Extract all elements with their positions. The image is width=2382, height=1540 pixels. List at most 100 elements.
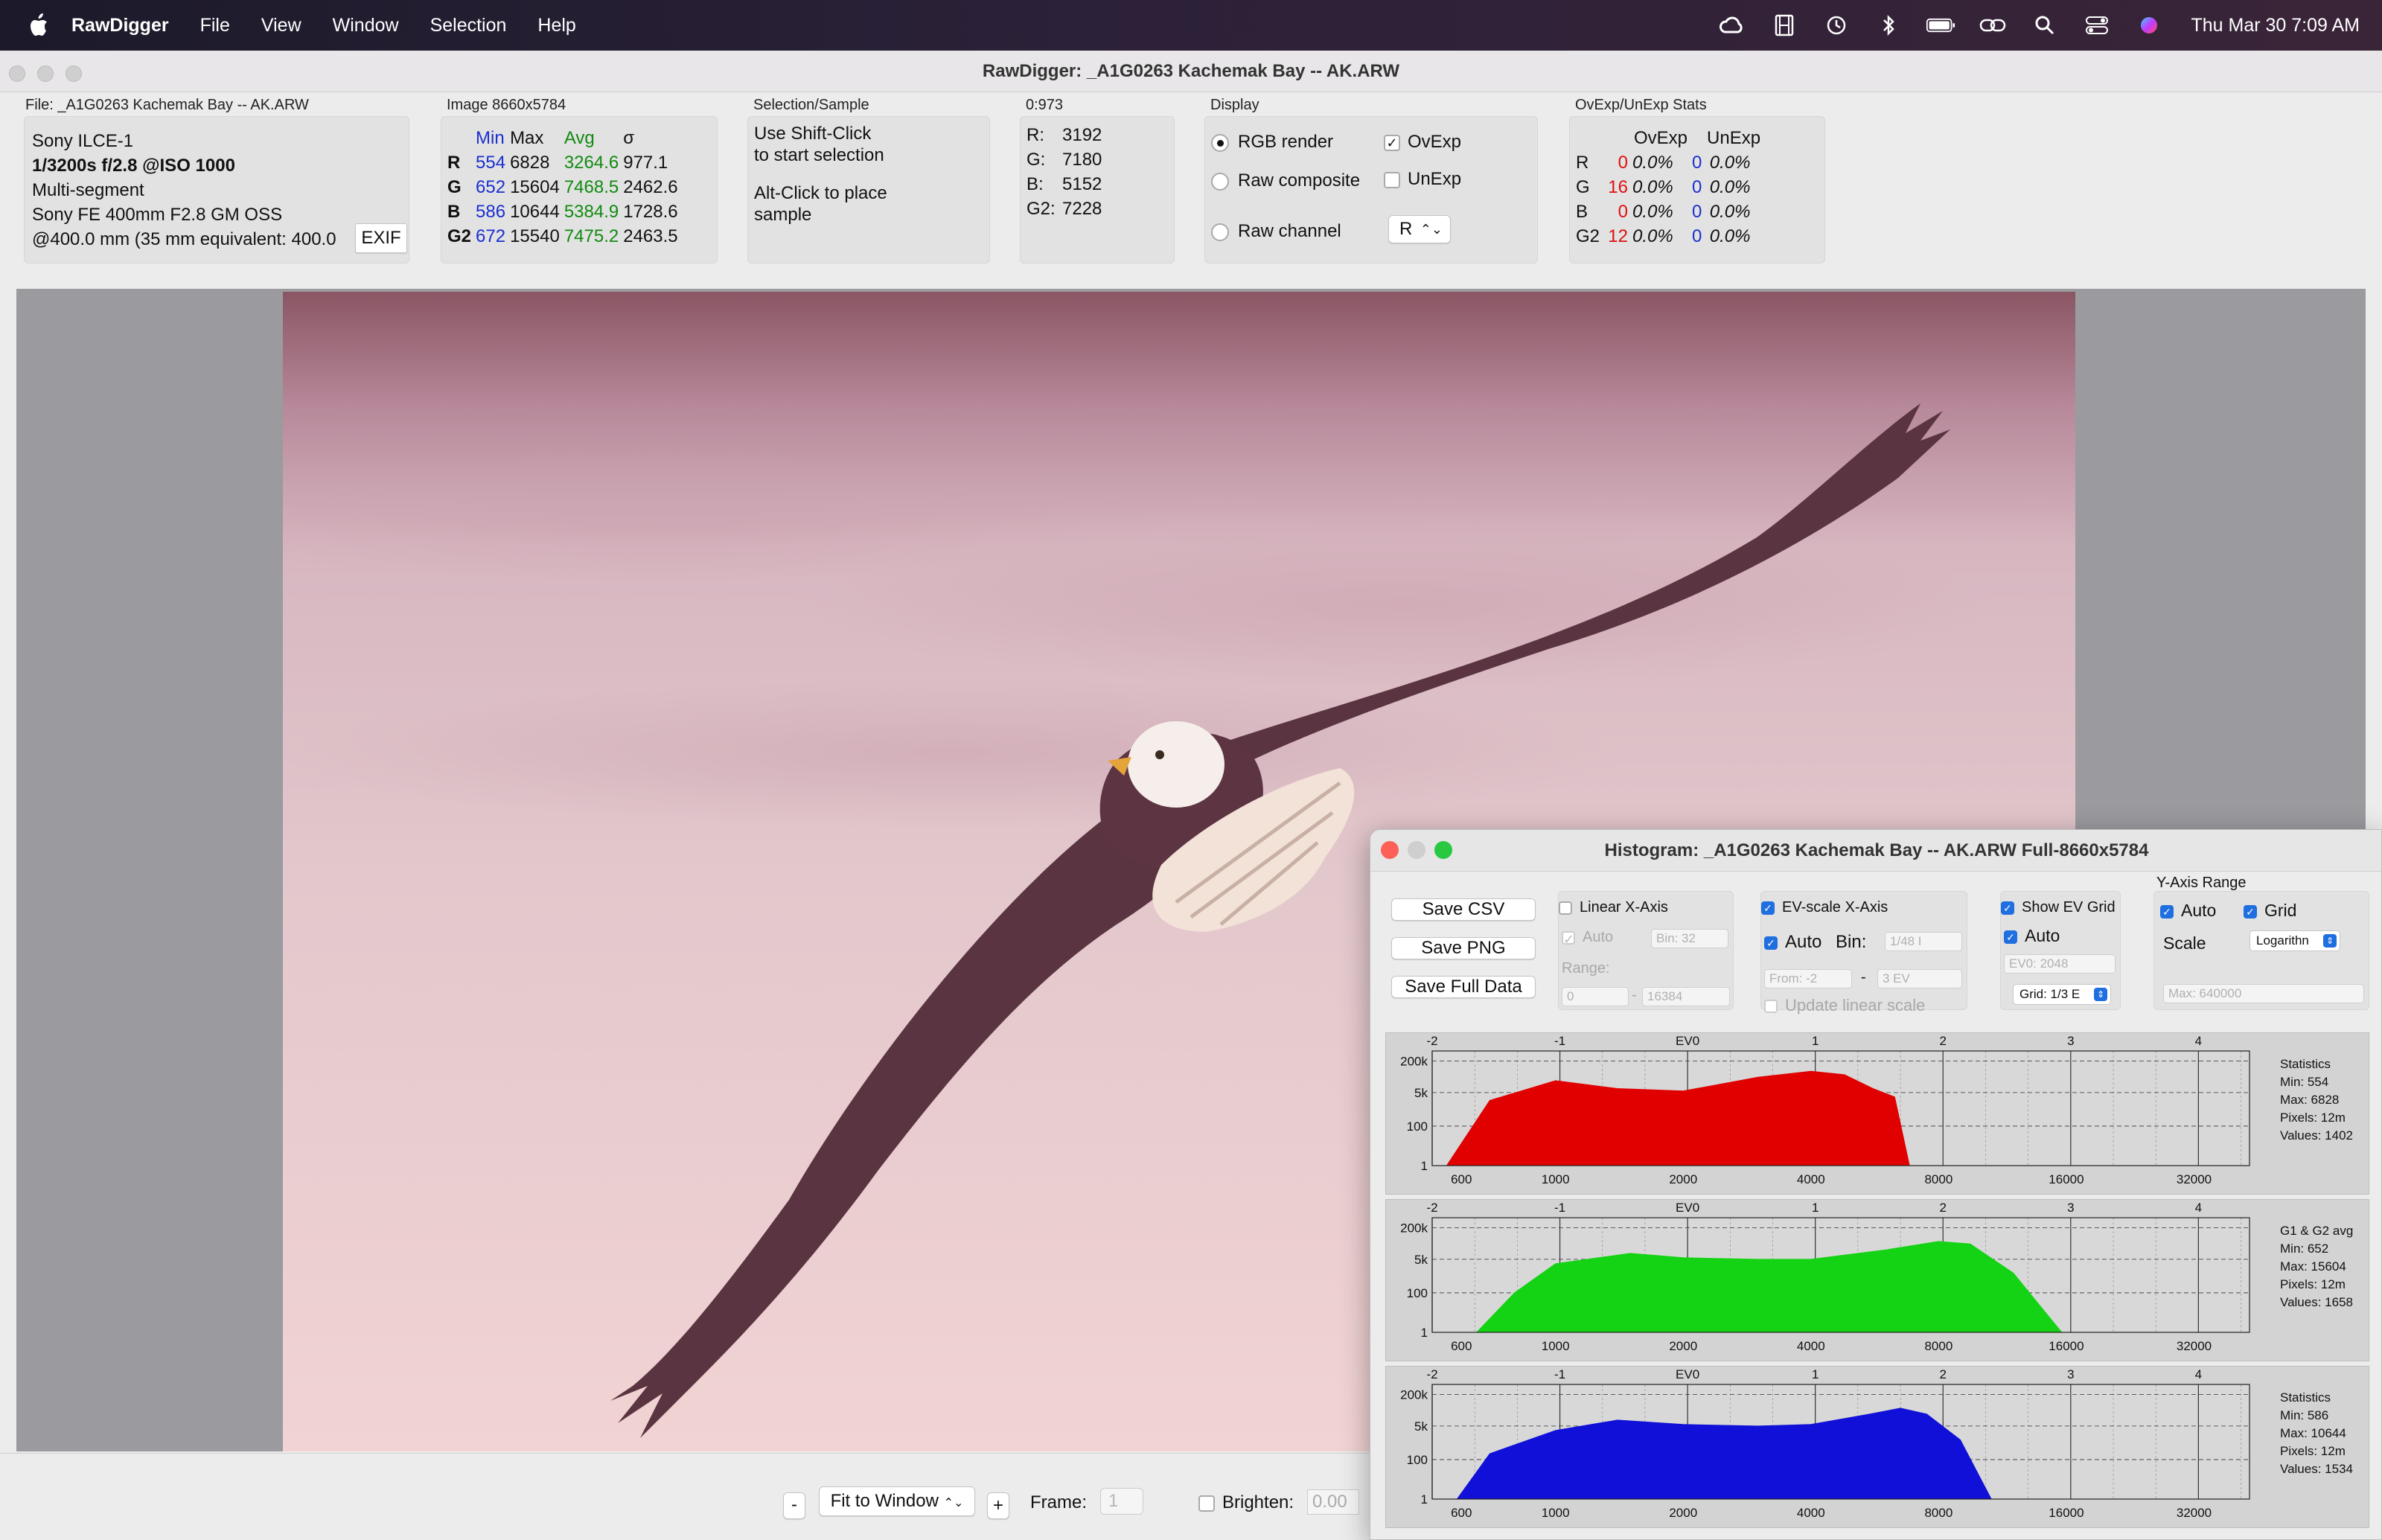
brighten-checkbox[interactable]: Brighten: bbox=[1198, 1492, 1294, 1513]
ovexp-checkbox[interactable]: ✓ OvExp bbox=[1384, 132, 1461, 153]
save-full-data-button[interactable]: Save Full Data bbox=[1391, 976, 1536, 998]
menu-view[interactable]: View bbox=[261, 15, 301, 36]
linear-auto-checkbox[interactable]: ✓ Auto bbox=[1562, 929, 1613, 946]
unexp-count: 0 bbox=[1692, 153, 1702, 173]
ovexp-count: 12 bbox=[1608, 226, 1628, 246]
exif-button[interactable]: EXIF bbox=[355, 223, 407, 253]
pixel-value: 5152 bbox=[1062, 174, 1102, 194]
sample-hint-2: sample bbox=[754, 205, 812, 225]
time-machine-icon[interactable] bbox=[1821, 13, 1851, 37]
linear-x-checkbox[interactable]: Linear X-Axis bbox=[1559, 899, 1668, 916]
channel-label: G bbox=[447, 177, 462, 197]
bluetooth-icon[interactable] bbox=[1874, 13, 1903, 37]
ev-scale-label: EV-scale X-Axis bbox=[1782, 899, 1888, 916]
show-ev-grid-checkbox[interactable]: ✓ Show EV Grid bbox=[2001, 899, 2116, 916]
film-icon[interactable] bbox=[1769, 13, 1799, 37]
rgb-render-radio[interactable]: RGB render bbox=[1211, 132, 1333, 153]
raw-composite-radio[interactable]: Raw composite bbox=[1211, 170, 1360, 191]
zoom-in-button[interactable]: + bbox=[987, 1492, 1009, 1519]
top-tick-label: -2 bbox=[1426, 1201, 1437, 1215]
ev-from-field[interactable]: From: -2 bbox=[1764, 969, 1852, 988]
creative-cloud-icon[interactable] bbox=[1717, 13, 1747, 37]
histogram-minimize-button[interactable] bbox=[1408, 841, 1425, 859]
pixel-value: 7180 bbox=[1062, 150, 1102, 170]
checkmark-icon: ✓ bbox=[1384, 134, 1400, 151]
min-value: 586 bbox=[476, 202, 506, 222]
ev-bin-field[interactable]: 1/48 I bbox=[1885, 932, 1962, 951]
range-to-field[interactable]: 16384 bbox=[1642, 987, 1730, 1006]
checkmark-icon: ✓ bbox=[1562, 930, 1575, 947]
channel-select[interactable]: R ⌃⌄ bbox=[1388, 215, 1451, 243]
checkmark-icon: ✓ bbox=[2244, 904, 2257, 918]
histogram-close-button[interactable] bbox=[1381, 841, 1399, 859]
menu-file[interactable]: File bbox=[200, 15, 230, 36]
minimize-button[interactable] bbox=[37, 66, 54, 82]
control-center-icon[interactable] bbox=[2082, 13, 2112, 37]
zoom-out-button[interactable]: - bbox=[783, 1492, 805, 1519]
raw-channel-radio[interactable]: Raw channel bbox=[1211, 221, 1341, 242]
unexp-checkbox[interactable]: UnExp bbox=[1384, 169, 1461, 190]
ovexp-count: 0 bbox=[1618, 153, 1628, 173]
bottom-tick-label: 600 bbox=[1451, 1339, 1472, 1353]
y-tick-label: 200k bbox=[1400, 1221, 1428, 1235]
header-min: Min bbox=[476, 128, 505, 148]
y-tick-label: 200k bbox=[1400, 1387, 1428, 1402]
frame-stepper[interactable]: 1 bbox=[1100, 1488, 1143, 1515]
max-value: 15604 bbox=[510, 177, 560, 197]
scale-label: Scale bbox=[2163, 933, 2206, 953]
radio-selected-icon bbox=[1211, 133, 1229, 152]
red-histogram[interactable]: -2 -1 EV0 1 2 3 4 600 1000 2000 4000 8000 16000 32000… bbox=[1385, 1032, 2369, 1195]
selection-label: Selection/Sample bbox=[753, 97, 869, 113]
y-max-field[interactable]: Max: 640000 bbox=[2163, 984, 2364, 1003]
search-icon[interactable] bbox=[2030, 13, 2060, 37]
top-tick-label: 2 bbox=[1940, 1201, 1947, 1215]
ev-auto-checkbox[interactable]: ✓ Auto bbox=[1764, 932, 1821, 953]
channel-label: G: bbox=[1026, 150, 1046, 170]
linear-bin-field[interactable]: Bin: 32 bbox=[1651, 929, 1728, 948]
battery-icon[interactable] bbox=[1926, 13, 1955, 37]
sample-hint-1: Alt-Click to place bbox=[754, 183, 887, 203]
apple-icon[interactable] bbox=[27, 13, 49, 38]
ev-grid-group: ✓ Show EV Grid ✓ Auto EV0: 2048 Grid: 1/3 … bbox=[2000, 891, 2121, 1010]
menu-window[interactable]: Window bbox=[333, 15, 399, 36]
zoom-select[interactable]: Fit to Window ⌃⌄ bbox=[819, 1486, 975, 1516]
save-csv-button[interactable]: Save CSV bbox=[1391, 898, 1536, 921]
link-icon[interactable] bbox=[1978, 13, 2008, 37]
ev-to-field[interactable]: 3 EV bbox=[1877, 969, 1962, 988]
top-tick-label: 1 bbox=[1812, 1367, 1819, 1381]
close-button[interactable] bbox=[9, 66, 25, 82]
stats-min: Min: 554 bbox=[2280, 1075, 2329, 1089]
menu-app[interactable]: RawDigger bbox=[71, 15, 169, 36]
update-linear-checkbox[interactable]: Update linear scale bbox=[1764, 996, 1925, 1015]
stats-title: Statistics bbox=[2280, 1057, 2331, 1071]
zoom-button[interactable] bbox=[66, 66, 82, 82]
brighten-field[interactable]: 0.00 bbox=[1307, 1489, 1359, 1515]
y-grid-label: Grid bbox=[2264, 901, 2297, 920]
menubar-clock[interactable]: Thu Mar 30 7:09 AM bbox=[2191, 15, 2360, 36]
blue-histogram[interactable]: -2 -1 EV0 1 2 3 4 600 1000 2000 4000 8000 16000 32000… bbox=[1385, 1366, 2369, 1528]
save-png-button[interactable]: Save PNG bbox=[1391, 937, 1536, 959]
sigma-value: 1728.6 bbox=[623, 202, 678, 222]
menu-selection[interactable]: Selection bbox=[430, 15, 507, 36]
histogram-zoom-button[interactable] bbox=[1434, 841, 1452, 859]
bottom-tick-label: 8000 bbox=[1924, 1339, 1952, 1353]
grid-popup[interactable]: Grid: 1/3 E ⇕ bbox=[2013, 984, 2111, 1005]
menu-help[interactable]: Help bbox=[537, 15, 575, 36]
scale-popup[interactable]: Logarithn ⇕ bbox=[2250, 930, 2340, 951]
ev-scale-checkbox[interactable]: ✓ EV-scale X-Axis bbox=[1761, 899, 1888, 916]
header-avg: Avg bbox=[563, 128, 595, 148]
table-row: G: 7180 bbox=[1026, 147, 1106, 172]
table-row: R: 3192 bbox=[1026, 123, 1106, 147]
range-from-field[interactable]: 0 bbox=[1562, 987, 1629, 1006]
stepper-icon: ⌃⌄ bbox=[943, 1497, 964, 1509]
siri-icon[interactable] bbox=[2134, 13, 2164, 37]
ev0-field[interactable]: EV0: 2048 bbox=[2004, 954, 2116, 974]
y-grid-checkbox[interactable]: ✓ Grid bbox=[2244, 901, 2296, 921]
ev-dash: - bbox=[1861, 969, 1866, 985]
ovexp-count: 0 bbox=[1618, 202, 1628, 222]
green-histogram[interactable]: -2 -1 EV0 1 2 3 4 600 1000 2000 4000 8000 16000 32000… bbox=[1385, 1199, 2369, 1361]
y-auto-checkbox[interactable]: ✓ Auto bbox=[2160, 901, 2216, 921]
grid-auto-checkbox[interactable]: ✓ Auto bbox=[2004, 926, 2060, 946]
unexp-percent: 0.0% bbox=[1709, 177, 1751, 197]
unexp-label: UnExp bbox=[1408, 169, 1462, 189]
